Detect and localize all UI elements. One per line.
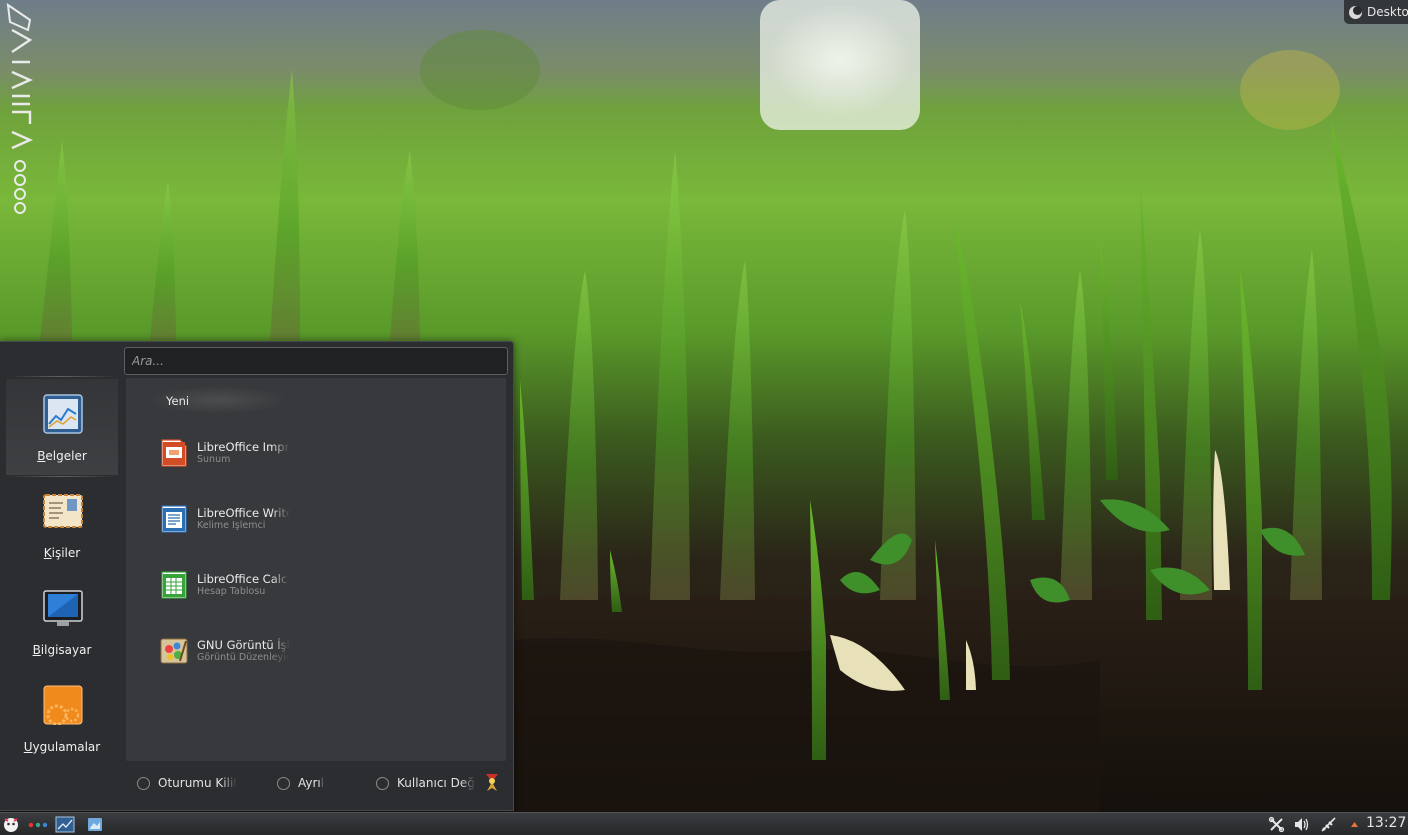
app-name: GNU Görüntü İşleme Programı [197, 638, 290, 652]
sidebar-item-label: Belgeler [37, 449, 87, 463]
app-entry-impress[interactable]: LibreOffice Impress Sunum [160, 432, 300, 472]
sidebar-item-documents[interactable]: Belgeler [6, 379, 118, 475]
file-manager-icon[interactable] [86, 816, 104, 833]
sidebar-item-contacts[interactable]: Kişiler [6, 476, 118, 572]
plasma-cashew-icon [1349, 5, 1362, 19]
desktop-toolbox[interactable]: Desktop [1344, 0, 1408, 24]
user-avatar-icon[interactable] [483, 772, 501, 792]
section-title-new: Yeni [148, 384, 288, 416]
app-entry-gimp[interactable]: GNU Görüntü İşleme Programı Görüntü Düze… [160, 630, 300, 670]
show-desktop-icon[interactable] [55, 816, 75, 833]
app-entry-calc[interactable]: LibreOffice Calc Hesap Tablosu [160, 564, 300, 604]
app-description: Hesap Tablosu [197, 586, 266, 597]
expand-tray-arrow-icon[interactable] [1346, 816, 1363, 833]
leave-button[interactable]: Ayrıl [277, 772, 337, 794]
leave-label: Ayrıl [298, 776, 325, 790]
launcher-content-pane: Yeni LibreOffice Impress Sunum LibreOffi… [126, 378, 506, 761]
libreoffice-writer-icon [161, 505, 187, 533]
sidebar-item-label: Uygulamalar [23, 740, 101, 754]
app-description: Kelime İşlemci [197, 520, 266, 531]
sidebar-item-label: Kişiler [43, 546, 81, 560]
sidebar-item-computer[interactable]: Bilgisayar [6, 573, 118, 669]
sidebar-item-label: Bilgisayar [32, 643, 92, 657]
app-name: LibreOffice Impress [197, 440, 290, 454]
documents-chart-icon [43, 394, 83, 434]
signature-watermark [6, 2, 33, 214]
taskbar-clock[interactable]: 13:27 [1366, 815, 1408, 831]
application-launcher-menu: Belgeler Kişiler Bilgisayar [0, 341, 514, 811]
desktop-toolbox-label: Desktop [1367, 5, 1408, 19]
libreoffice-impress-icon [161, 439, 187, 467]
launcher-sidebar: Belgeler Kişiler Bilgisayar Uygulamalar [0, 376, 120, 776]
network-connection-icon[interactable] [1320, 816, 1337, 833]
gimp-icon [160, 638, 188, 664]
app-description: Görüntü Düzenleyici [197, 652, 290, 663]
app-name: LibreOffice Calc [197, 572, 288, 586]
switch-user-button[interactable]: Kullanıcı Değiştir [376, 772, 476, 794]
applications-gears-icon [43, 685, 83, 725]
network-tools-icon[interactable] [1268, 816, 1285, 833]
application-launcher-icon[interactable] [2, 816, 20, 833]
switch-user-label: Kullanıcı Değiştir [397, 776, 476, 790]
computer-monitor-icon [43, 590, 83, 626]
lock-session-icon [137, 776, 150, 790]
activities-icon[interactable] [27, 816, 49, 833]
volume-icon[interactable] [1293, 816, 1310, 833]
search-input[interactable] [124, 347, 508, 375]
switch-user-icon [376, 776, 389, 790]
app-name: LibreOffice Writer [197, 506, 290, 520]
app-entry-writer[interactable]: LibreOffice Writer Kelime İşlemci [160, 498, 300, 538]
libreoffice-calc-icon [161, 571, 187, 599]
app-description: Sunum [197, 454, 231, 465]
contacts-card-icon [43, 494, 83, 528]
taskbar-panel: 13:27 [0, 812, 1408, 835]
lock-session-label: Oturumu Kilitle [158, 776, 237, 790]
lock-session-button[interactable]: Oturumu Kilitle [137, 772, 237, 794]
power-icon [277, 776, 290, 790]
sidebar-divider [8, 376, 116, 377]
sidebar-item-applications[interactable]: Uygulamalar [6, 670, 118, 766]
